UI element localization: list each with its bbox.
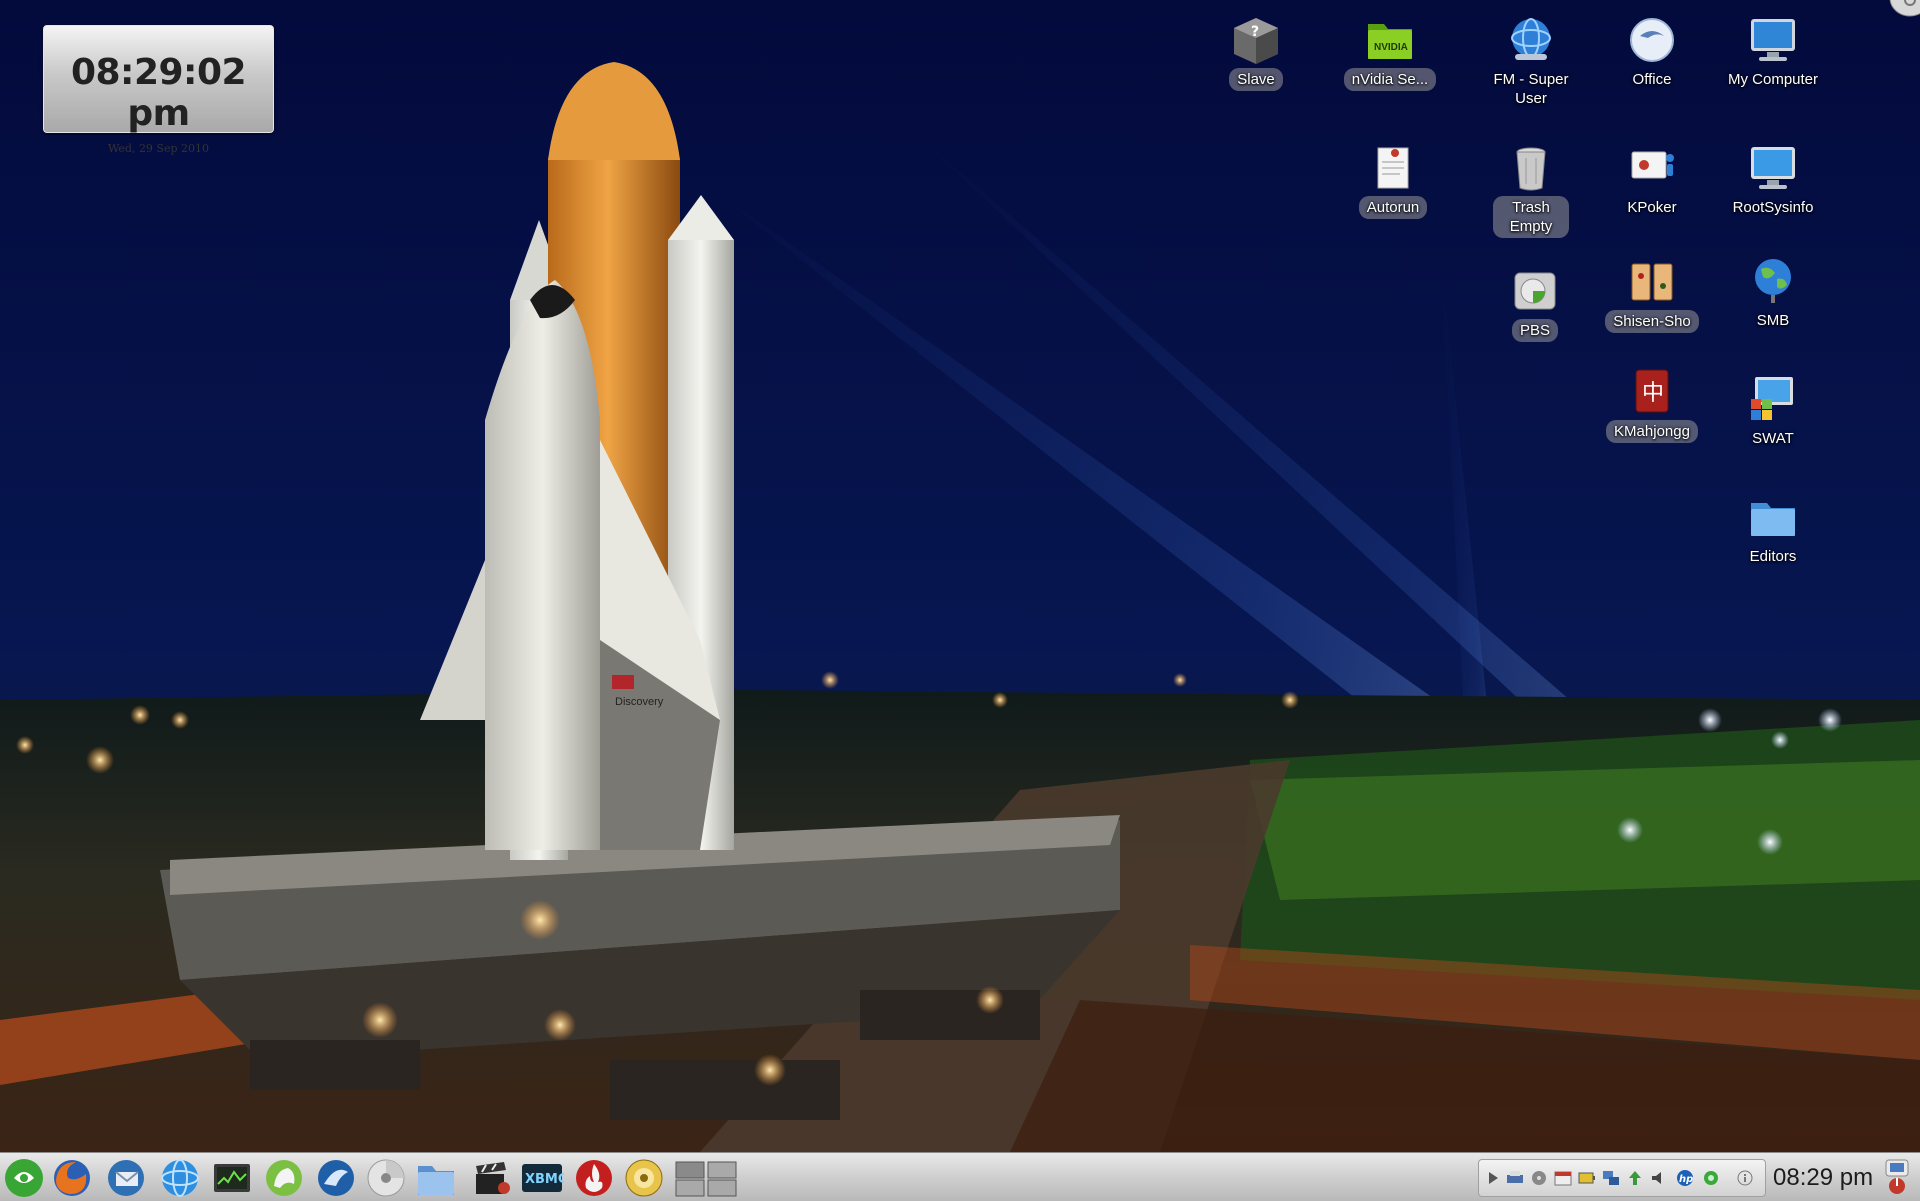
document-icon bbox=[1377, 147, 1409, 189]
desktop-icon-rootsysinfo[interactable]: RootSysinfo bbox=[1713, 142, 1833, 219]
shisen-sho-icon bbox=[1631, 263, 1673, 301]
office-icon bbox=[1630, 18, 1674, 62]
network-browser-launcher[interactable] bbox=[158, 1156, 202, 1200]
desktop-icon-swat[interactable]: SWAT bbox=[1713, 373, 1833, 450]
desktop-icon-my-computer[interactable]: My Computer bbox=[1713, 14, 1833, 91]
desktop-icon-label: KPoker bbox=[1627, 199, 1677, 216]
desktop-icon-office[interactable]: Office bbox=[1592, 14, 1712, 91]
desktop-icon-label: Editors bbox=[1749, 548, 1797, 565]
disc-burner-icon bbox=[367, 1159, 405, 1197]
desktop-icon-shisen-sho[interactable]: Shisen-Sho bbox=[1592, 256, 1712, 333]
svg-text:hp: hp bbox=[1679, 1174, 1693, 1185]
desktop-icon-label: Trash Empty bbox=[1493, 196, 1569, 238]
virtual-desktop-pager[interactable] bbox=[674, 1156, 738, 1200]
tray-updates-icon[interactable] bbox=[1625, 1169, 1645, 1187]
taskbar-clock[interactable]: 08:29 pm bbox=[1773, 1164, 1873, 1192]
desktop-icon-autorun[interactable]: Autorun bbox=[1333, 142, 1453, 219]
svg-text:NVIDIA: NVIDIA bbox=[1374, 42, 1408, 53]
network-globe-icon bbox=[161, 1159, 199, 1197]
system-tray: hp bbox=[1478, 1159, 1766, 1197]
panel-toolbox-icon[interactable] bbox=[1880, 1158, 1914, 1196]
tray-network-icon[interactable] bbox=[1601, 1169, 1621, 1187]
desktop-icon-label: FM - Super User bbox=[1493, 71, 1569, 107]
desktop-icon-label: My Computer bbox=[1727, 71, 1819, 88]
desktop-icon-pbs[interactable]: PBS bbox=[1475, 265, 1595, 342]
nvidia-folder-icon: NVIDIA bbox=[1368, 24, 1412, 59]
kpoker-icon bbox=[1631, 151, 1674, 179]
desktop-icon-label: Office bbox=[1632, 71, 1672, 88]
system-monitor-icon bbox=[214, 1164, 250, 1192]
dolphin-folder-icon bbox=[418, 1166, 454, 1195]
tray-volume-icon[interactable] bbox=[1649, 1169, 1669, 1187]
mandriva-control-center-icon bbox=[266, 1160, 302, 1196]
desktop-toolbox-cashew[interactable] bbox=[1884, 0, 1920, 18]
tray-hp-icon[interactable]: hp bbox=[1673, 1169, 1697, 1187]
xbmc-launcher[interactable]: XBMC bbox=[520, 1156, 564, 1200]
folder-icon bbox=[1751, 503, 1795, 536]
tray-battery-icon[interactable] bbox=[1577, 1169, 1597, 1187]
swat-icon bbox=[1751, 377, 1793, 420]
desktop-icon-label: Slave bbox=[1229, 68, 1283, 91]
tray-info-icon[interactable] bbox=[1735, 1169, 1755, 1187]
desktop-icon-slave[interactable]: ? Slave bbox=[1196, 14, 1316, 91]
computer-icon bbox=[1751, 19, 1795, 61]
desktop-icon-kmahjongg[interactable]: 中 KMahjongg bbox=[1592, 366, 1712, 443]
desktop-icon-label: Autorun bbox=[1358, 196, 1428, 219]
desktop-icon-label: RootSysinfo bbox=[1732, 199, 1814, 216]
disc-burner-launcher[interactable] bbox=[364, 1156, 408, 1200]
svg-text:Discovery: Discovery bbox=[615, 696, 664, 708]
file-manager-globe-icon bbox=[1511, 18, 1551, 60]
tray-drive-icon[interactable] bbox=[1529, 1169, 1549, 1187]
desktop-icon-smb[interactable]: SMB bbox=[1713, 255, 1833, 332]
desktop-icon-label: KMahjongg bbox=[1606, 420, 1698, 443]
control-center-launcher[interactable] bbox=[262, 1156, 306, 1200]
desktop-icon-fm-super-user[interactable]: FM - Super User bbox=[1471, 14, 1591, 110]
svg-text:中: 中 bbox=[1642, 381, 1664, 406]
file-manager-launcher[interactable] bbox=[314, 1156, 358, 1200]
clock-widget[interactable]: 08:29:02 pm Wed, 29 Sep 2010 bbox=[43, 25, 274, 155]
media-player-icon bbox=[625, 1159, 663, 1197]
dolphin-folder-launcher[interactable] bbox=[414, 1156, 458, 1200]
kmahjongg-icon: 中 bbox=[1635, 369, 1669, 413]
clock-time: 08:29:02 pm bbox=[70, 52, 247, 134]
system-monitor-launcher[interactable] bbox=[210, 1156, 254, 1200]
taskbar-panel: XBMC hp 08:29 pm bbox=[0, 1152, 1920, 1201]
monitor-icon bbox=[1751, 147, 1795, 189]
firefox-icon bbox=[54, 1160, 90, 1196]
video-editor-launcher[interactable] bbox=[468, 1156, 512, 1200]
file-manager-icon bbox=[318, 1160, 354, 1196]
application-menu-icon bbox=[5, 1159, 43, 1197]
desktop-icon-kpoker[interactable]: KPoker bbox=[1592, 142, 1712, 219]
pager-icon bbox=[675, 1161, 737, 1197]
tray-wifi-icon[interactable] bbox=[1701, 1169, 1721, 1187]
xbmc-icon: XBMC bbox=[522, 1164, 564, 1192]
flame-launcher[interactable] bbox=[572, 1156, 616, 1200]
trash-icon bbox=[1516, 147, 1546, 191]
desktop-icon-label: Shisen-Sho bbox=[1605, 310, 1699, 333]
desktop-icon-trash[interactable]: Trash Empty bbox=[1471, 142, 1591, 238]
backup-drive-icon bbox=[1514, 272, 1556, 310]
desktop-icon-label: nVidia Se... bbox=[1343, 68, 1437, 91]
svg-text:?: ? bbox=[1251, 24, 1259, 40]
flame-icon bbox=[576, 1160, 612, 1196]
media-player-launcher[interactable] bbox=[622, 1156, 666, 1200]
tray-calendar-icon[interactable] bbox=[1553, 1169, 1573, 1187]
clock-date: Wed, 29 Sep 2010 bbox=[107, 142, 210, 155]
desktop-icon-label: SMB bbox=[1756, 312, 1790, 329]
firefox-launcher[interactable] bbox=[50, 1156, 94, 1200]
tray-printer-icon[interactable] bbox=[1505, 1169, 1525, 1187]
tray-arrow-icon[interactable] bbox=[1483, 1169, 1503, 1187]
desktop-icon-editors[interactable]: Editors bbox=[1713, 491, 1833, 568]
thunderbird-icon bbox=[108, 1160, 144, 1196]
thunderbird-launcher[interactable] bbox=[104, 1156, 148, 1200]
video-editor-icon bbox=[476, 1162, 510, 1194]
desktop-icon-label: SWAT bbox=[1752, 430, 1794, 447]
desktop-icon-nvidia-settings[interactable]: NVIDIA nVidia Se... bbox=[1330, 14, 1450, 91]
desktop-icon-label: PBS bbox=[1511, 319, 1558, 342]
application-menu-button[interactable] bbox=[2, 1156, 46, 1200]
drive-unknown-icon: ? bbox=[1234, 18, 1278, 64]
xbmc-logo-text: XBMC bbox=[525, 1172, 564, 1187]
network-globe-icon bbox=[1755, 259, 1791, 303]
